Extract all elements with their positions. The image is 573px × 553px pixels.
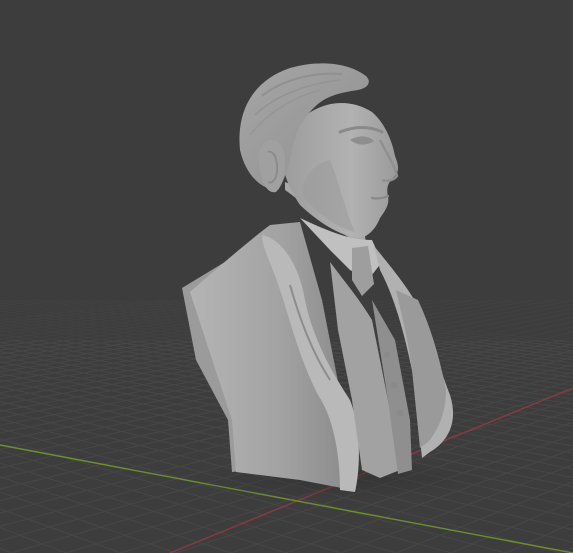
vest-button-2 <box>390 381 398 389</box>
vest-button-1 <box>383 351 391 359</box>
bust-model[interactable] <box>0 0 573 553</box>
3d-viewport[interactable] <box>0 0 573 553</box>
vest-button-3 <box>396 409 404 417</box>
